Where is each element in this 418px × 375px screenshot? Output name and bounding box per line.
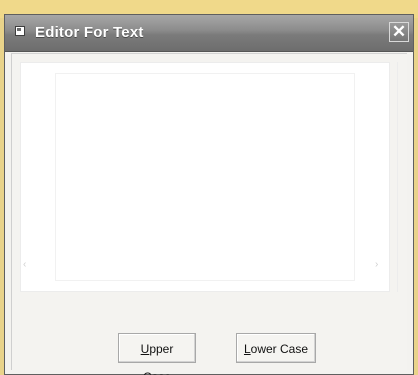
scroll-right-hint-icon: › bbox=[375, 259, 379, 270]
close-button[interactable]: ✕ bbox=[389, 22, 409, 42]
client-area: ‹ › Upper Case Lower Case bbox=[11, 53, 408, 375]
upper-case-button[interactable]: Upper Case bbox=[118, 333, 196, 375]
close-icon: ✕ bbox=[391, 22, 407, 41]
scroll-left-hint-icon: ‹ bbox=[23, 259, 27, 270]
title-bar[interactable]: Editor For Text ✕ bbox=[5, 15, 413, 52]
window-title: Editor For Text bbox=[35, 24, 144, 41]
app-window-icon bbox=[15, 26, 25, 36]
text-editor-area[interactable]: ‹ › bbox=[20, 62, 390, 292]
lower-case-label-rest: ower Case bbox=[250, 342, 309, 356]
screen: Editor For Text ✕ ‹ › Upper Case Lower C… bbox=[0, 0, 418, 375]
editor-window: Editor For Text ✕ ‹ › Upper Case Lower C… bbox=[4, 14, 414, 375]
text-editor-inner-frame bbox=[55, 73, 355, 281]
lower-case-button[interactable]: Lower Case bbox=[236, 333, 316, 363]
lower-case-mnemonic: L bbox=[243, 342, 251, 356]
right-frame-edge bbox=[397, 62, 403, 292]
upper-case-mnemonic: U bbox=[140, 342, 150, 356]
button-row: Upper Case Lower Case bbox=[12, 324, 408, 375]
